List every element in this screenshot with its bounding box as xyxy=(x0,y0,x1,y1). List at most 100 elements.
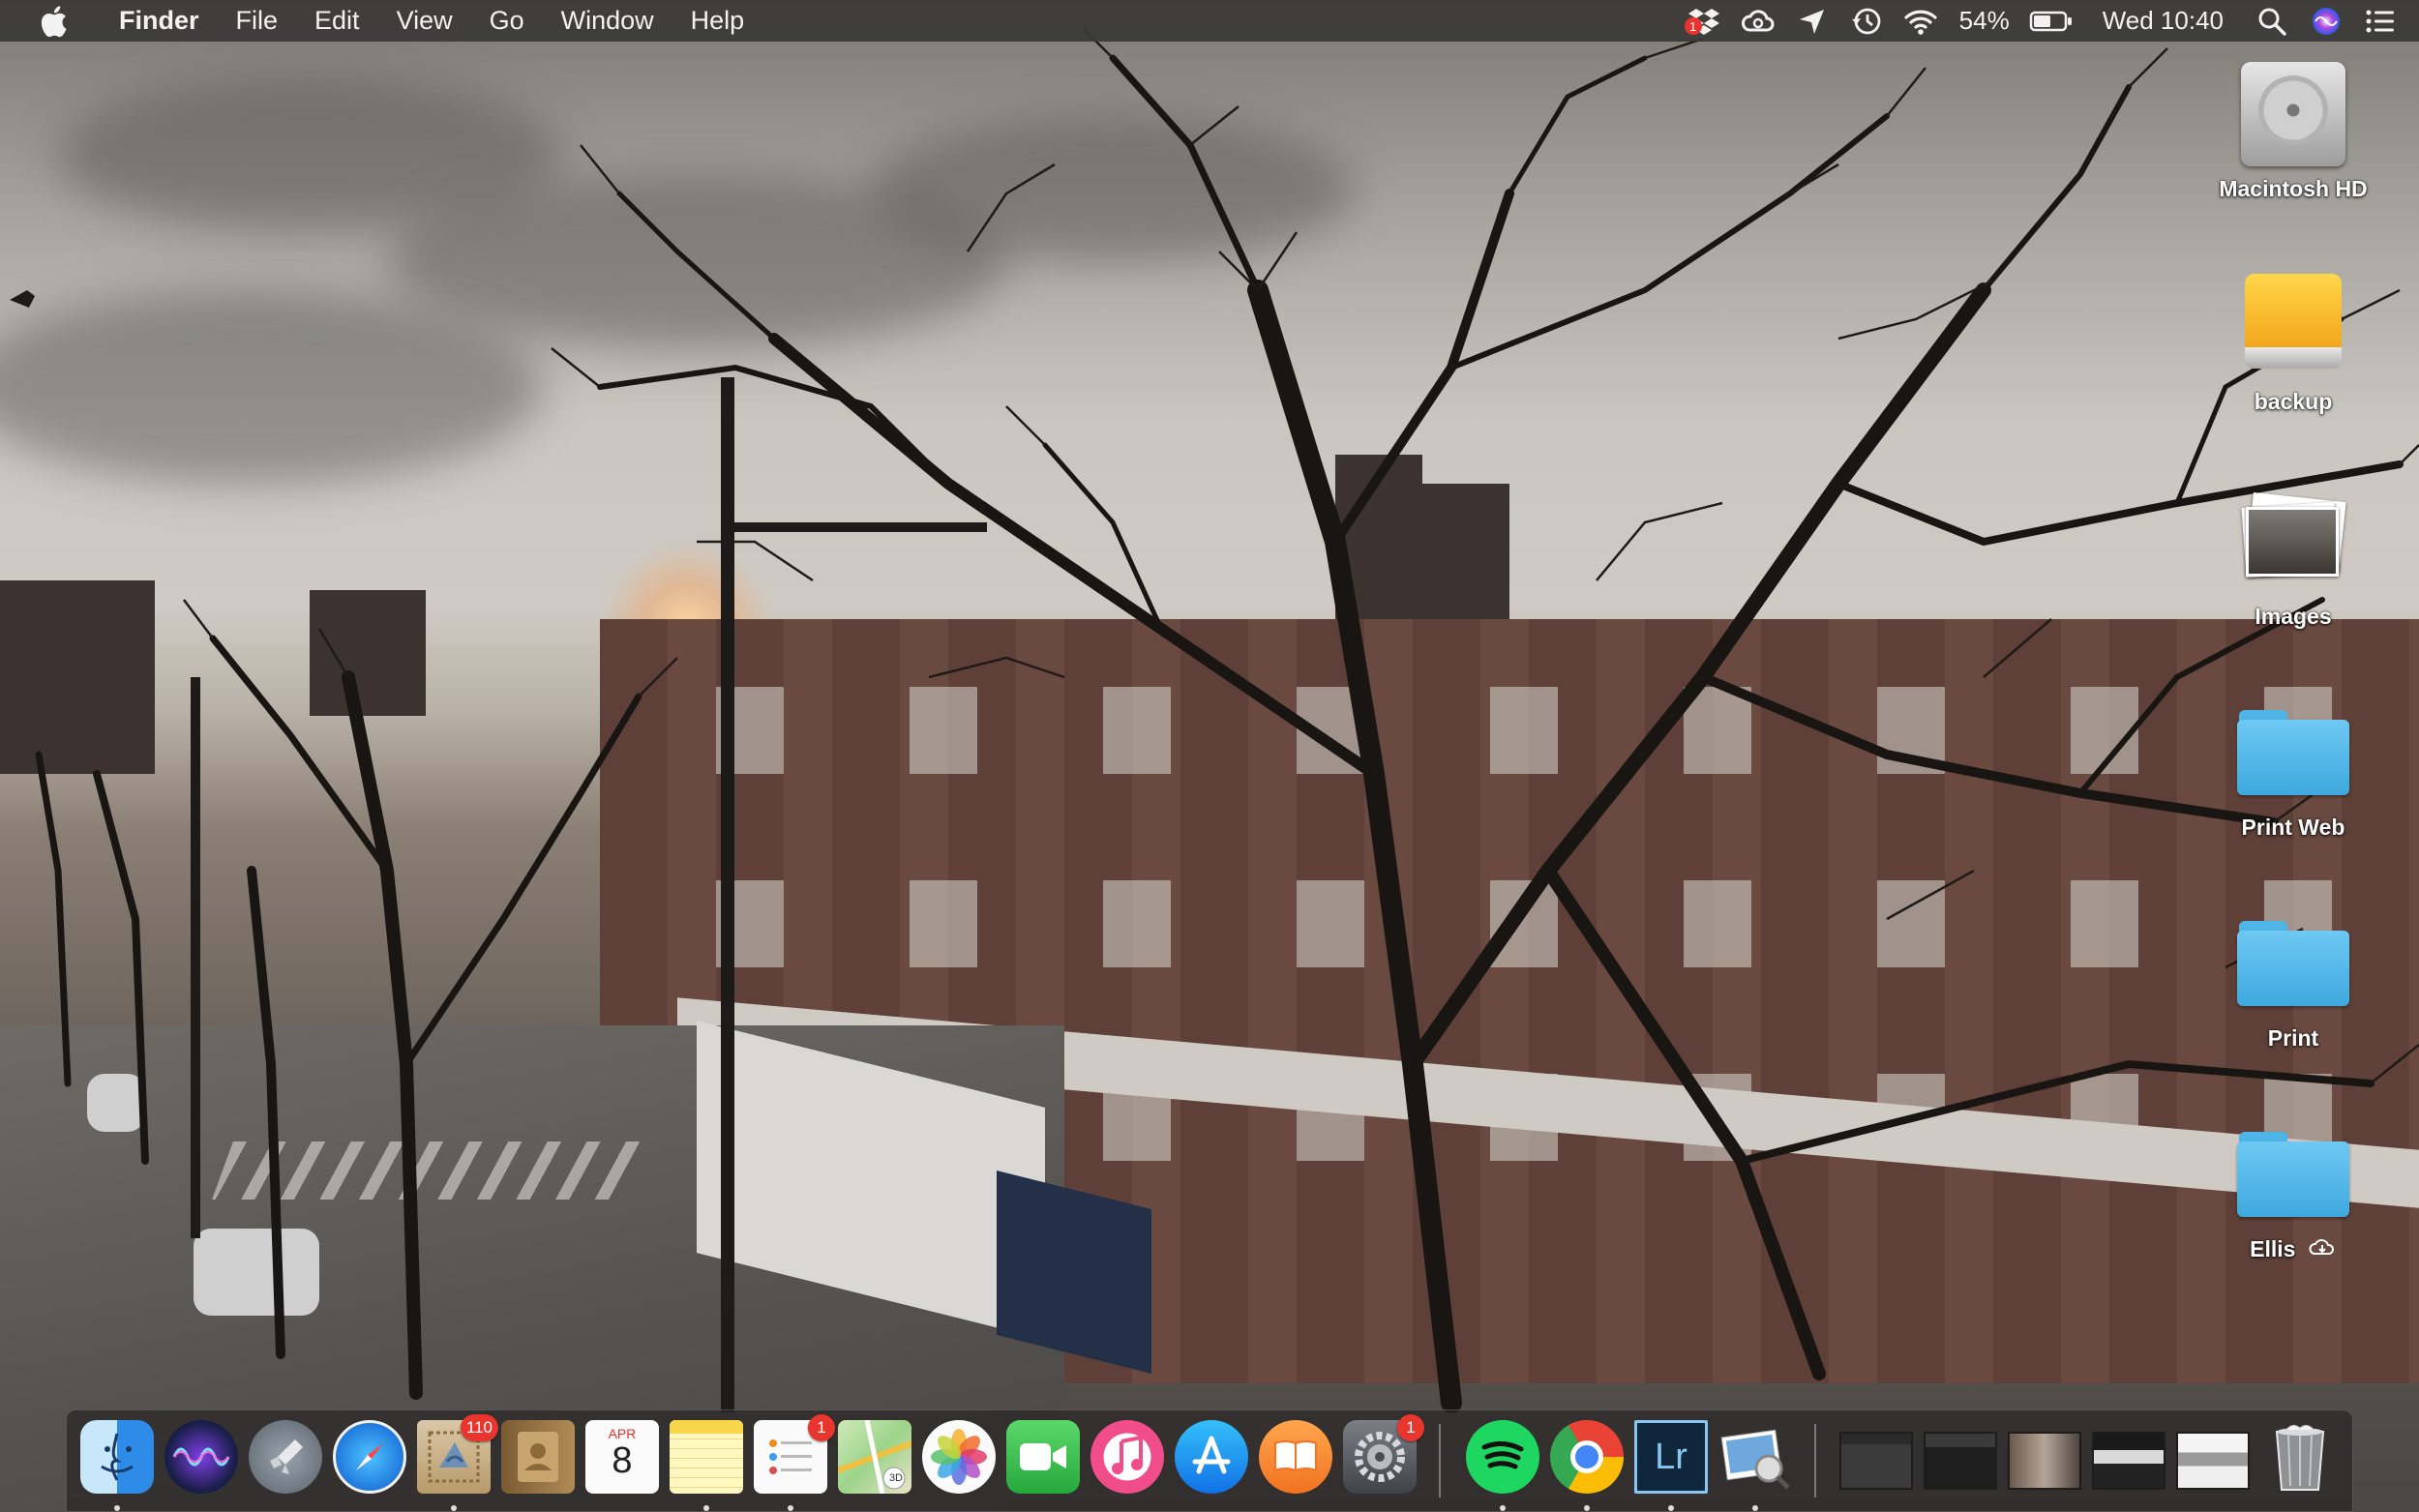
dock-spotify[interactable] xyxy=(1466,1420,1539,1511)
minimized-window-1-icon xyxy=(1839,1420,1913,1494)
minimized-window-5-icon xyxy=(2176,1420,2250,1494)
menu-go[interactable]: Go xyxy=(471,0,543,42)
dock-photos[interactable] xyxy=(922,1420,996,1494)
desktop-icon-images[interactable]: Images xyxy=(2196,484,2390,630)
dock-calendar[interactable]: APR 8 xyxy=(585,1420,659,1494)
dock-ibooks[interactable] xyxy=(1259,1420,1332,1494)
desktop-icon-macintosh-hd[interactable]: Macintosh HD xyxy=(2196,56,2390,202)
location-icon[interactable] xyxy=(1791,0,1834,42)
dock-minimized-window-5[interactable] xyxy=(2176,1420,2250,1494)
dock-chrome[interactable] xyxy=(1550,1420,1624,1511)
dock-finder[interactable] xyxy=(80,1420,154,1511)
running-indicator xyxy=(1584,1505,1590,1511)
dock-system-preferences[interactable]: 1 xyxy=(1343,1414,1424,1494)
notification-center-icon[interactable] xyxy=(2359,0,2402,42)
siri-icon[interactable] xyxy=(2305,0,2347,42)
menu-help[interactable]: Help xyxy=(672,0,763,42)
desktop-icon-label: Macintosh HD xyxy=(2219,176,2368,201)
dock-reminders[interactable]: 1 xyxy=(754,1414,835,1511)
menu-edit[interactable]: Edit xyxy=(296,0,378,42)
dock-app-store[interactable] xyxy=(1175,1420,1248,1494)
running-indicator xyxy=(451,1505,457,1511)
desktop-icon-ellis[interactable]: Ellis xyxy=(2196,1116,2390,1262)
dock-minimized-window-1[interactable] xyxy=(1839,1420,1913,1494)
spotlight-icon[interactable] xyxy=(2251,0,2293,42)
icloud-download-icon xyxy=(2309,1239,2334,1255)
lightroom-label: Lr xyxy=(1655,1436,1687,1477)
dock-notes[interactable] xyxy=(670,1420,743,1511)
calendar-month: APR xyxy=(608,1426,637,1441)
menu-view[interactable]: View xyxy=(378,0,471,42)
creative-cloud-icon[interactable] xyxy=(1737,0,1779,42)
menu-file[interactable]: File xyxy=(218,0,297,42)
minimized-window-3-icon xyxy=(2008,1420,2081,1494)
dock-preview[interactable] xyxy=(1718,1420,1792,1511)
dock-safari[interactable] xyxy=(333,1420,406,1494)
notes-icon xyxy=(670,1420,743,1494)
siri-icon xyxy=(164,1420,238,1494)
dock-contacts[interactable] xyxy=(501,1420,575,1494)
mail-unread-badge: 110 xyxy=(460,1414,498,1441)
desktop-icon-label: Ellis xyxy=(2250,1236,2296,1261)
maps-icon: 3D xyxy=(838,1420,911,1494)
desktop-icon-print-web[interactable]: Print Web xyxy=(2196,695,2390,841)
folder-icon xyxy=(2237,710,2349,795)
calendar-day: 8 xyxy=(612,1440,633,1481)
dock-mail[interactable]: 110 xyxy=(417,1414,498,1511)
dock-itunes[interactable] xyxy=(1090,1420,1164,1494)
menu-window[interactable]: Window xyxy=(543,0,672,42)
dropbox-icon[interactable]: 1 xyxy=(1683,0,1725,42)
desktop-icon-label: Print xyxy=(2267,1025,2319,1051)
dock-siri[interactable] xyxy=(164,1420,238,1494)
dock-trash[interactable] xyxy=(2263,1420,2337,1494)
spotify-icon xyxy=(1466,1420,1539,1494)
menu-bar: Finder File Edit View Go Window Help 1 5… xyxy=(0,0,2419,42)
hard-drive-icon xyxy=(2241,62,2345,166)
chrome-icon xyxy=(1550,1420,1624,1494)
external-drive-icon xyxy=(2245,274,2342,380)
photos-stack-icon xyxy=(2240,492,2346,590)
battery-percent[interactable]: 54% xyxy=(1948,6,2021,36)
dock-minimized-window-3[interactable] xyxy=(2008,1420,2081,1494)
minimized-window-4-icon xyxy=(2092,1420,2165,1494)
desktop-wallpaper xyxy=(0,0,2419,1512)
trash-icon xyxy=(2263,1420,2337,1494)
time-machine-icon[interactable] xyxy=(1845,0,1888,42)
desktop-icon-backup[interactable]: backup xyxy=(2196,269,2390,415)
running-indicator xyxy=(703,1505,709,1511)
app-store-icon xyxy=(1175,1420,1248,1494)
desktop-icon-label: Images xyxy=(2255,604,2332,629)
dock-launchpad[interactable] xyxy=(249,1420,322,1494)
preview-icon xyxy=(1718,1420,1792,1494)
dock-separator xyxy=(1439,1424,1441,1497)
finder-icon xyxy=(80,1420,154,1494)
itunes-icon xyxy=(1090,1420,1164,1494)
battery-icon[interactable] xyxy=(2027,0,2076,42)
ibooks-icon xyxy=(1259,1420,1332,1494)
running-indicator xyxy=(1752,1505,1758,1511)
desktop-icon-label: Print Web xyxy=(2241,815,2345,840)
dock-facetime[interactable] xyxy=(1006,1420,1080,1494)
dock-lightroom[interactable]: Lr xyxy=(1634,1420,1708,1511)
tree-branches-graphic xyxy=(10,28,2419,1413)
calendar-icon: APR 8 xyxy=(585,1420,659,1494)
desktop-icon-print[interactable]: Print xyxy=(2196,905,2390,1052)
wifi-icon[interactable] xyxy=(1899,0,1942,42)
running-indicator xyxy=(114,1505,120,1511)
dock-minimized-window-2[interactable] xyxy=(1924,1420,1997,1494)
dropbox-badge: 1 xyxy=(1684,17,1702,35)
dock-maps[interactable]: 3D xyxy=(838,1420,911,1494)
apple-logo-icon[interactable] xyxy=(39,5,68,38)
dock: 110 APR 8 1 3D 1 Lr xyxy=(66,1409,2353,1512)
minimized-window-2-icon xyxy=(1924,1420,1997,1494)
menu-clock[interactable]: Wed 10:40 xyxy=(2081,6,2245,36)
reminders-badge: 1 xyxy=(808,1414,835,1441)
running-indicator xyxy=(1668,1505,1674,1511)
dock-minimized-window-4[interactable] xyxy=(2092,1420,2165,1494)
dock-separator xyxy=(1814,1424,1816,1497)
menu-app-finder[interactable]: Finder xyxy=(101,0,218,42)
desktop-icon-label: backup xyxy=(2254,389,2333,414)
launchpad-icon xyxy=(249,1420,322,1494)
contacts-icon xyxy=(501,1420,575,1494)
running-indicator xyxy=(788,1505,793,1511)
